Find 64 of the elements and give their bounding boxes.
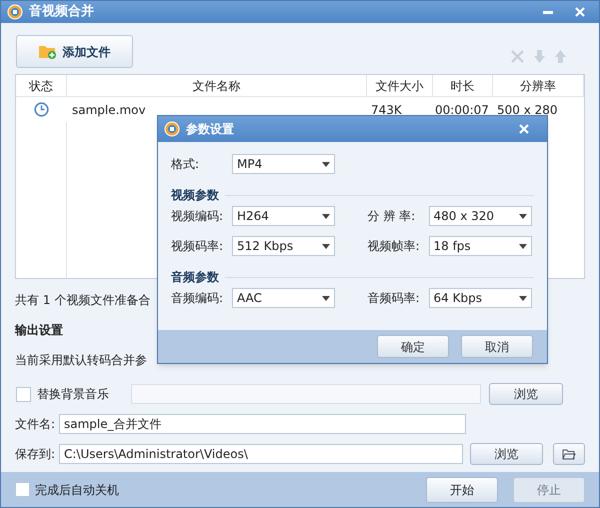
dropdown[interactable]: AAC — [232, 288, 335, 308]
table-cell-text: 00:00:07 — [434, 102, 490, 118]
delete-icon[interactable] — [511, 50, 524, 63]
section-heading: 音频参数 — [171, 269, 219, 286]
summary-text: 共有 1 个视频文件准备合 — [15, 292, 150, 309]
field-label: 格式: — [171, 156, 200, 173]
table-cell-text: 743K — [370, 102, 403, 118]
field-label: 视频帧率: — [368, 238, 421, 255]
caret-icon — [322, 296, 330, 300]
dialog-button[interactable]: 确定 — [377, 335, 449, 358]
folder-add-icon — [38, 44, 56, 59]
caret-icon — [518, 296, 526, 300]
field-label: 视频编码: — [171, 208, 224, 225]
app-logo-icon — [7, 4, 23, 20]
column-header: 状态 — [16, 75, 67, 96]
dialog-title: 参数设置 — [186, 121, 234, 138]
action-button[interactable]: 开始 — [426, 476, 498, 502]
dropdown[interactable]: 480 x 320 — [428, 206, 532, 226]
close-icon — [575, 7, 585, 17]
caret-icon — [518, 244, 526, 248]
save-path-field[interactable]: C:\Users\Administrator\Videos\ — [59, 444, 463, 464]
field-label: 保存到: — [15, 446, 55, 463]
window-title: 音视频合并 — [29, 2, 94, 22]
dropdown[interactable]: H264 — [232, 206, 335, 226]
column-header: 时长 — [433, 75, 493, 96]
caret-icon — [322, 162, 330, 166]
minimize-icon — [543, 10, 553, 14]
caret-icon — [322, 244, 330, 248]
section-heading: 输出设置 — [15, 322, 63, 339]
checkbox[interactable] — [16, 386, 31, 402]
column-header: 文件大小 — [367, 75, 433, 96]
filename-field[interactable]: sample_合并文件 — [59, 414, 466, 434]
clock-icon — [34, 102, 49, 117]
table-cell-text: sample.mov — [71, 102, 147, 118]
dialog-button[interactable]: 取消 — [461, 335, 533, 358]
checkbox-label: 完成后自动关机 — [35, 482, 119, 498]
note-text: 当前采用默认转码合并参 — [15, 352, 147, 369]
caret-icon — [518, 214, 526, 218]
folder-icon — [562, 448, 576, 460]
dropdown[interactable]: MP4 — [232, 154, 335, 174]
column-header: 分辨率 — [493, 75, 584, 96]
column-header: 文件名称 — [67, 75, 367, 96]
field-label: 音频码率: — [368, 290, 421, 307]
section-heading: 视频参数 — [171, 187, 219, 204]
open-folder-button[interactable] — [553, 443, 585, 465]
field-label: 视频码率: — [171, 238, 224, 255]
checkbox[interactable] — [15, 482, 30, 497]
dropdown[interactable]: 64 Kbps — [428, 288, 532, 308]
caret-icon — [322, 214, 330, 218]
dropdown[interactable]: 512 Kbps — [232, 236, 335, 256]
arrow-down-icon[interactable] — [534, 50, 545, 63]
table-cell-text: 500 x 280 — [496, 102, 559, 118]
arrow-up-icon[interactable] — [555, 50, 566, 63]
app-logo-icon — [164, 121, 180, 137]
close-icon — [519, 124, 529, 134]
dropdown[interactable]: 18 fps — [428, 236, 532, 256]
browse-button[interactable]: 浏览 — [489, 383, 563, 405]
checkbox-label: 替换背景音乐 — [37, 386, 110, 403]
field-label: 音频编码: — [171, 290, 224, 307]
field-label: 分 辨 率: — [368, 208, 416, 225]
add-file-button[interactable]: 添加文件 — [16, 35, 133, 68]
music-path-field[interactable] — [131, 384, 481, 404]
field-label: 文件名: — [15, 416, 55, 433]
browse-button[interactable]: 浏览 — [470, 443, 544, 465]
